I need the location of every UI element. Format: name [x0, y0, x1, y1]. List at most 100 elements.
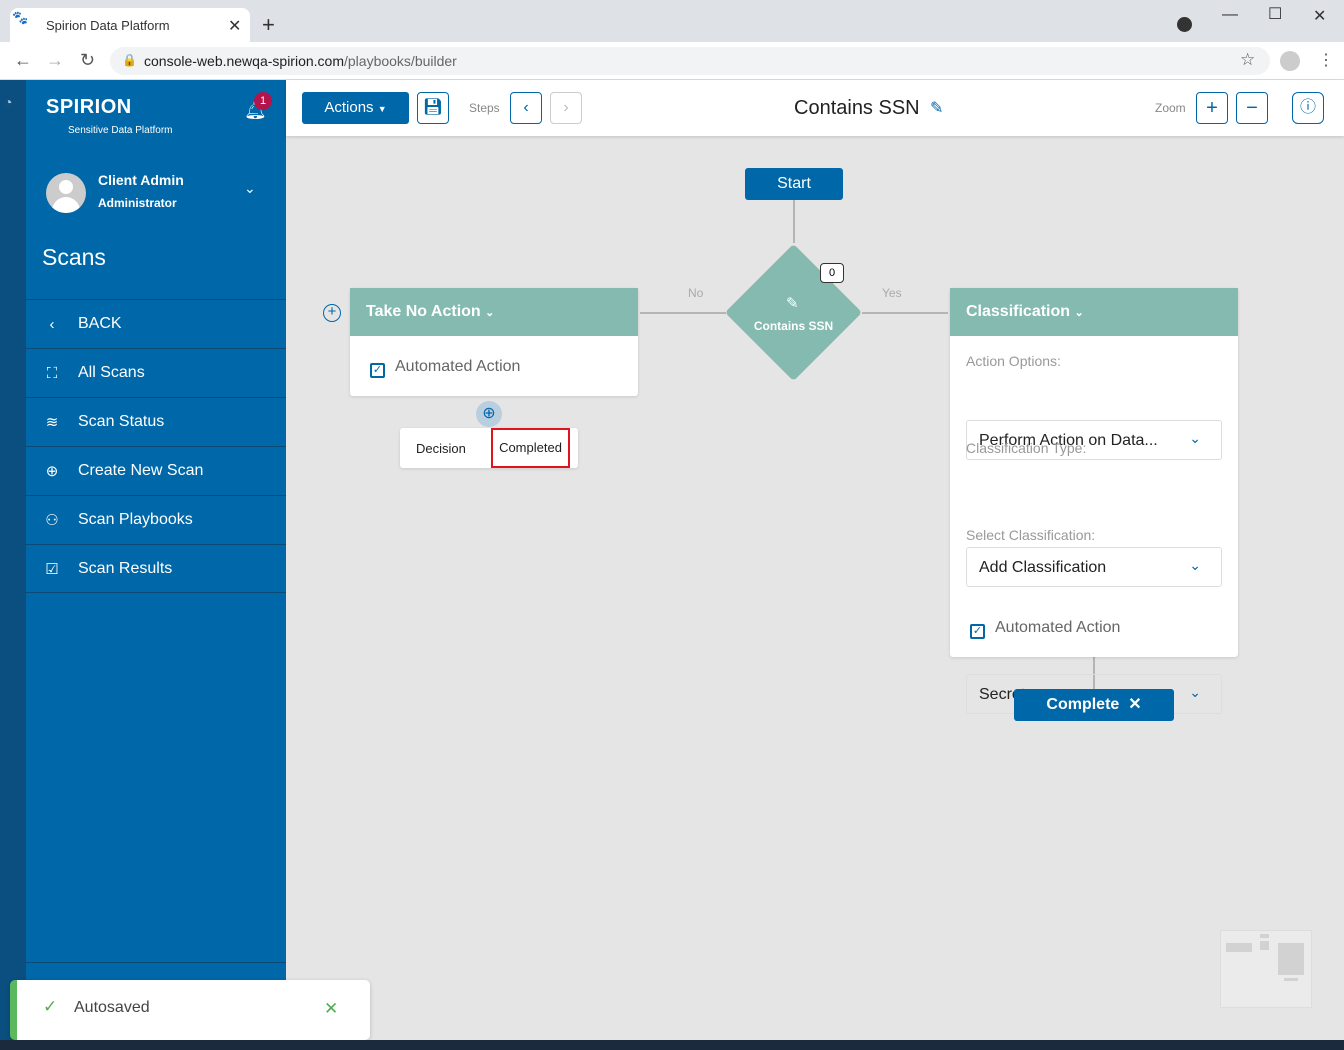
playbook-icon: ⚇ [45, 512, 59, 529]
spirion-favicon-icon: 🐾 [12, 10, 29, 25]
zoom-out-button[interactable]: − [1236, 92, 1268, 124]
bookmark-star-icon[interactable]: ☆ [1240, 50, 1255, 70]
user-role: Administrator [98, 196, 177, 210]
new-tab-icon[interactable]: + [262, 12, 275, 38]
card-title: Classification [966, 303, 1071, 320]
avatar [46, 173, 86, 213]
back-icon[interactable]: ← [14, 50, 32, 71]
add-branch-icon[interactable]: ⊕ [476, 401, 502, 427]
close-toast-icon[interactable]: ✕ [324, 999, 338, 1019]
decision-count-badge: 0 [820, 263, 844, 283]
add-step-icon[interactable]: + [323, 304, 341, 322]
taskbar [0, 1040, 1344, 1050]
url-input[interactable]: console-web.newqa-spirion.com/playbooks/… [110, 47, 1270, 75]
checkbox-icon: ☑ [45, 560, 59, 578]
browser-tab[interactable]: Spirion Data Platform [10, 8, 250, 42]
yes-label: Yes [882, 286, 902, 300]
step-forward-button[interactable]: › [550, 92, 582, 124]
completed-option[interactable]: Completed [491, 428, 570, 468]
layers-icon: ≋ [45, 414, 59, 431]
card-header[interactable]: Classification ⌄ [950, 288, 1238, 336]
automated-checkbox[interactable]: ✓ [370, 363, 385, 378]
divider [26, 962, 286, 963]
sidebar-item-all-scans[interactable]: ⛶ All Scans [26, 348, 286, 397]
classification-type-select[interactable]: Add Classification ⌄ [966, 547, 1222, 587]
logo-subtitle: Sensitive Data Platform [68, 125, 173, 136]
chevron-down-icon: ⌄ [1074, 307, 1084, 319]
select-classification-label: Select Classification: [966, 527, 1096, 543]
chevron-down-icon: ⌄ [485, 307, 495, 319]
save-button[interactable]: 💾︎ [417, 92, 449, 124]
card-header[interactable]: Take No Action ⌄ [350, 288, 638, 336]
edit-title-icon[interactable]: ✎ [930, 98, 943, 118]
sidebar-item-label: Scan Status [78, 413, 165, 430]
sidebar-item-label: BACK [78, 315, 122, 332]
scan-frame-icon: ⛶ [46, 364, 58, 382]
profile-menu-icon[interactable] [1177, 17, 1192, 32]
minimap[interactable] [1220, 930, 1312, 1008]
help-button[interactable]: ⓘ [1292, 92, 1324, 124]
user-name: Client Admin [98, 172, 184, 188]
dashboard-rail: ◔ [0, 80, 26, 1040]
sidebar-item-label: Create New Scan [78, 462, 204, 479]
sidebar-item-back[interactable]: ‹ BACK [26, 299, 286, 348]
logo: SPIRION [46, 96, 132, 118]
maximize-icon[interactable]: ☐ [1268, 4, 1282, 24]
tab-title: Spirion Data Platform [46, 18, 170, 33]
speedometer-icon[interactable]: ◔ [4, 94, 12, 110]
account-icon[interactable] [1280, 51, 1300, 71]
sidebar-item-scan-playbooks[interactable]: ⚇ Scan Playbooks [26, 495, 286, 544]
sidebar-item-label: Scan Results [78, 559, 173, 577]
decision-option[interactable]: Decision [416, 441, 466, 456]
close-tab-icon[interactable]: ✕ [228, 16, 241, 36]
chevron-left-icon: ‹ [49, 315, 55, 333]
step-back-button[interactable]: ‹ [510, 92, 542, 124]
actions-label: Actions [324, 99, 374, 116]
action-options-label: Action Options: [966, 353, 1061, 369]
automated-checkbox[interactable]: ✓ [970, 624, 985, 639]
edit-decision-icon[interactable]: ✎ [786, 294, 799, 312]
save-icon: 💾︎ [422, 99, 444, 116]
url-domain: console-web.newqa-spirion.com [144, 53, 344, 69]
connector [640, 312, 726, 314]
start-node[interactable]: Start [745, 168, 843, 200]
notification-badge: 1 [254, 92, 272, 110]
sidebar-item-scan-status[interactable]: ≋ Scan Status [26, 397, 286, 446]
sidebar-item-label: All Scans [78, 364, 145, 381]
chevron-down-icon: ⌄ [1189, 430, 1201, 446]
decision-label: Contains SSN [753, 319, 834, 333]
classification-card: Classification ⌄ Action Options: Perform… [950, 288, 1238, 714]
help-icon: ⓘ [1299, 99, 1316, 116]
sidebar-item-label: Scan Playbooks [78, 511, 193, 528]
section-title: Scans [42, 244, 106, 270]
actions-button[interactable]: Actions ▼ [302, 92, 409, 124]
chevron-down-icon[interactable]: ⌄ [244, 180, 256, 197]
complete-node[interactable]: Complete ✕ [1014, 689, 1174, 721]
forward-icon[interactable]: → [46, 50, 64, 71]
automated-label: Automated Action [395, 358, 521, 375]
url-path: /playbooks/builder [344, 53, 457, 69]
sidebar-item-create-new-scan[interactable]: ⊕ Create New Scan [26, 446, 286, 495]
playbook-title: Contains SSN [794, 97, 920, 119]
zoom-label: Zoom [1155, 101, 1186, 115]
sidebar-item-scan-results[interactable]: ☑ Scan Results [26, 544, 286, 593]
automated-label: Automated Action [995, 619, 1121, 636]
remove-icon[interactable]: ✕ [1128, 696, 1141, 713]
minimize-icon[interactable]: — [1222, 6, 1238, 24]
close-window-icon[interactable]: ✕ [1313, 6, 1326, 26]
chevron-down-icon: ⌄ [1189, 684, 1201, 700]
select-value: Add Classification [979, 559, 1107, 576]
reload-icon[interactable]: ↻ [80, 50, 95, 71]
caret-down-icon: ▼ [377, 104, 387, 114]
chevron-down-icon: ⌄ [1189, 557, 1201, 573]
check-icon: ✓ [43, 997, 58, 1016]
zoom-in-button[interactable]: + [1196, 92, 1228, 124]
steps-label: Steps [469, 101, 500, 115]
toast-message: Autosaved [74, 999, 150, 1016]
branch-popup: Decision Completed [400, 428, 578, 468]
autosaved-toast: ✓ Autosaved ✕ [10, 980, 370, 1040]
sidebar: SPIRION Sensitive Data Platform 🔔︎ 1 Cli… [26, 80, 286, 1040]
connector [862, 312, 948, 314]
browser-menu-icon[interactable]: ⋮ [1318, 50, 1334, 70]
connector [793, 199, 795, 243]
